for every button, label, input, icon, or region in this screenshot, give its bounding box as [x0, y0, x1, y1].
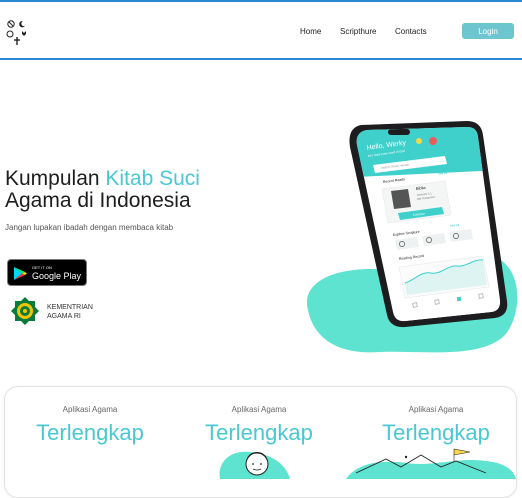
ministry-line2: AGAMA RI — [47, 313, 81, 320]
card-3-title: Terlengkap — [382, 420, 490, 445]
hero-title-line2: Agama di Indonesia — [5, 189, 191, 212]
ministry-line1: KEMENTRIAN — [47, 304, 93, 311]
google-play-badge[interactable]: GET IT ON Google Play — [7, 259, 87, 286]
landscape-illustration — [346, 448, 516, 479]
ministry-label: KEMENTRIAN AGAMA RI — [47, 303, 93, 321]
hero-title-part1: Kumpulan — [5, 167, 106, 190]
religions-logo-icon[interactable] — [4, 18, 30, 46]
google-play-icon — [14, 267, 27, 280]
nav-contacts[interactable]: Contacts — [395, 27, 427, 36]
site-header — [0, 2, 522, 59]
hero-title-accent: Kitab Suci — [105, 167, 200, 190]
login-button[interactable]: Login — [462, 23, 514, 39]
card-2-label: Aplikasi Agama — [231, 405, 287, 414]
hero-subtitle: Jangan lupakan ibadah dengan membaca kit… — [5, 223, 174, 232]
phone-mockup: Hello, Werky let's read some word of God… — [349, 121, 508, 328]
kemenag-emblem-icon — [11, 297, 39, 325]
card-1-title: Terlengkap — [36, 420, 144, 445]
card-3-label: Aplikasi Agama — [408, 405, 464, 414]
badge-big-text: Google Play — [32, 271, 82, 281]
header-divider — [0, 58, 522, 60]
hero-title: Kumpulan Kitab Suci Agama di Indonesia — [5, 168, 200, 212]
nav-scripthure[interactable]: Scripthure — [340, 27, 376, 36]
card-1-label: Aplikasi Agama — [62, 405, 118, 414]
badge-small-text: GET IT ON — [32, 265, 52, 270]
person-reading-illustration — [219, 451, 290, 479]
nav-home[interactable]: Home — [300, 27, 321, 36]
